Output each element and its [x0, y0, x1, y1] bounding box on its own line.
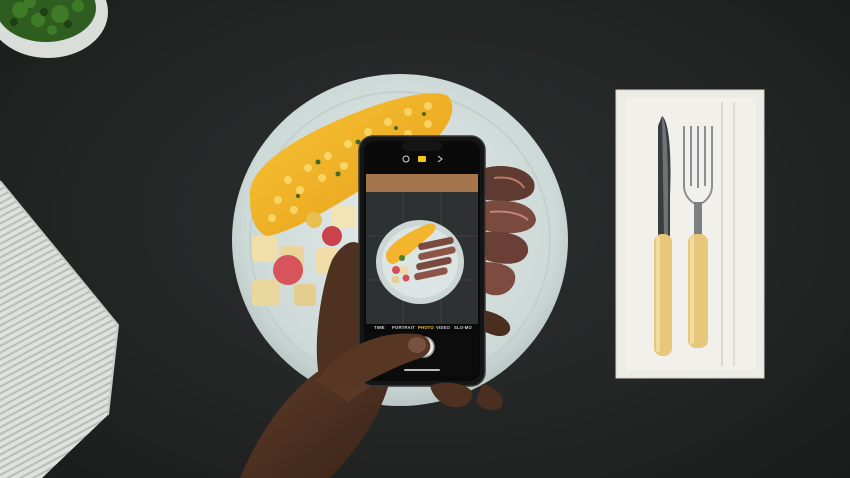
live-photo-icon[interactable] — [402, 155, 410, 163]
herb-bowl — [0, 0, 108, 58]
cloth-napkin — [0, 180, 120, 478]
photo-scene: TIME PORTRAIT PHOTO VIDEO SLO-MO — [0, 0, 850, 478]
finger — [430, 382, 473, 408]
mode-slo-mo[interactable]: SLO-MO — [454, 325, 472, 330]
chevron-up-icon[interactable] — [437, 155, 443, 163]
camera-top-bar — [402, 155, 443, 163]
thumb — [325, 333, 431, 390]
flash-indicator-icon[interactable] — [418, 156, 426, 162]
napkin-with-cutlery — [615, 89, 765, 379]
